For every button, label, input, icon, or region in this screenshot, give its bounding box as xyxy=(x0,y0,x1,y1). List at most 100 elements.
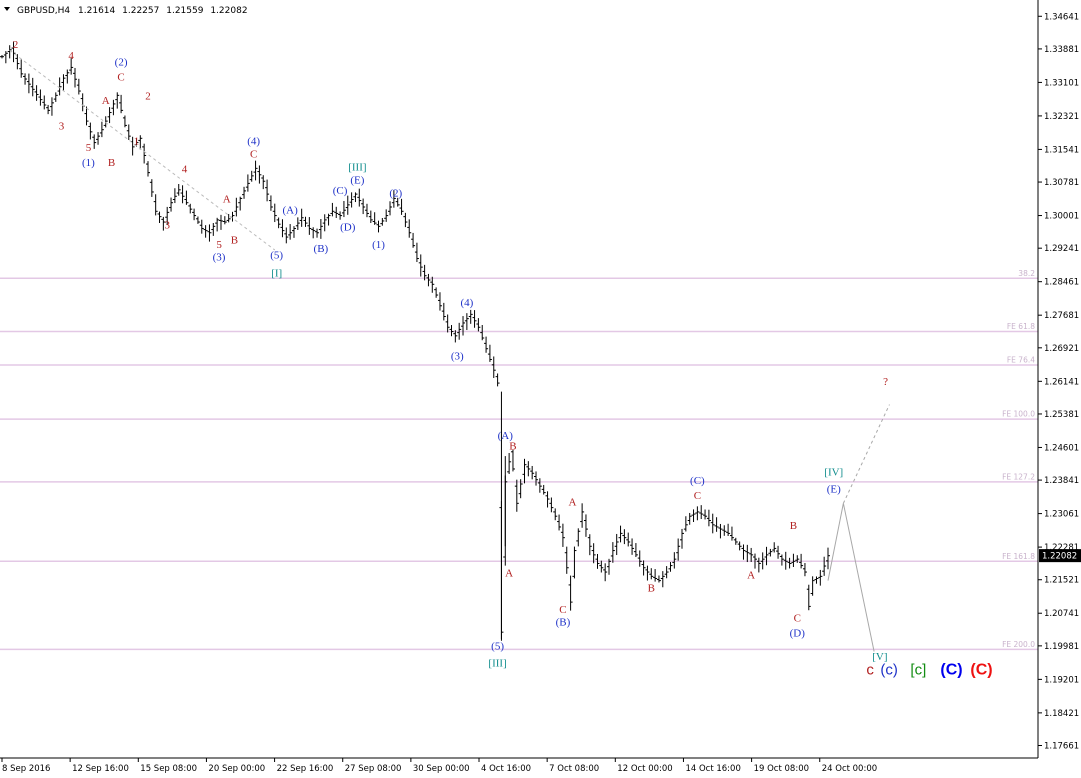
x-tick-label: 20 Sep 00:00 xyxy=(208,764,265,774)
x-tick-label: 12 Oct 00:00 xyxy=(617,764,672,774)
y-tick-label: 1.25381 xyxy=(1044,410,1079,420)
x-tick-label: 24 Oct 00:00 xyxy=(822,764,877,774)
wave-label: (1) xyxy=(82,157,95,169)
wave-label: B xyxy=(231,235,238,247)
wave-label: 2 xyxy=(13,39,19,51)
wave-label: B xyxy=(648,582,655,594)
wave-label: 5 xyxy=(86,142,92,154)
wave-label: 4 xyxy=(182,164,188,176)
wave-label: 5 xyxy=(216,239,222,251)
y-tick-label: 1.21521 xyxy=(1044,576,1079,586)
fib-level-label: FE 76.4 xyxy=(1007,356,1035,365)
x-tick-label: 19 Oct 08:00 xyxy=(754,764,809,774)
ohlc-low: 1.21559 xyxy=(166,6,203,16)
x-tick-label: 7 Oct 08:00 xyxy=(549,764,599,774)
wave-label: 2 xyxy=(145,91,151,103)
wave-label: (1) xyxy=(372,239,385,251)
fib-level-label: FE 127.2 xyxy=(1002,472,1035,481)
wave-label: (3) xyxy=(451,350,464,362)
wave-label: (5) xyxy=(491,640,504,652)
ohlc-close: 1.22082 xyxy=(210,6,247,16)
y-tick-label: 1.26921 xyxy=(1044,344,1079,354)
x-tick-label: 4 Oct 16:00 xyxy=(481,764,531,774)
y-tick-label: 1.17661 xyxy=(1044,742,1079,752)
wave-label: (4) xyxy=(247,136,260,148)
wave-label: (2) xyxy=(389,187,402,199)
ohlc-high: 1.22257 xyxy=(122,6,159,16)
wave-label: C xyxy=(559,604,566,616)
y-tick-label: 1.20741 xyxy=(1044,609,1079,619)
x-tick-label: 14 Oct 16:00 xyxy=(685,764,740,774)
wave-label: A xyxy=(569,496,577,508)
wave-label: [I] xyxy=(271,268,282,280)
svg-text:GBPUSD,H4 1.21614: GBPUSD,H4 1.21614 1.22257 1.21559 1.2208… xyxy=(17,6,248,16)
degree-legend-label: (C) xyxy=(940,661,962,678)
wave-label: (C) xyxy=(690,475,705,487)
y-tick-label: 1.34641 xyxy=(1044,12,1079,22)
wave-label: A xyxy=(102,95,110,107)
y-tick-label: 1.29241 xyxy=(1044,244,1079,254)
y-tick-label: 1.33101 xyxy=(1044,78,1079,88)
wave-label: 4 xyxy=(68,50,74,62)
y-tick-label: 1.19201 xyxy=(1044,675,1079,685)
y-tick-label: 1.30001 xyxy=(1044,212,1079,222)
x-tick-label: 30 Sep 00:00 xyxy=(413,764,470,774)
wave-label: B xyxy=(790,520,797,532)
wave-label: A xyxy=(747,569,755,581)
x-tick-label: 12 Sep 16:00 xyxy=(72,764,129,774)
degree-legend-label: (C) xyxy=(970,661,992,678)
y-tick-label: 1.28461 xyxy=(1044,278,1079,288)
y-tick-label: 1.27681 xyxy=(1044,311,1079,321)
wave-label: B xyxy=(108,157,115,169)
wave-label: (4) xyxy=(460,297,473,309)
ohlc-open: 1.21614 xyxy=(78,6,115,16)
y-tick-label: 1.26141 xyxy=(1044,377,1079,387)
wave-label: 3 xyxy=(59,121,65,133)
svg-text:1.22082: 1.22082 xyxy=(1042,552,1077,562)
wave-label: C xyxy=(117,71,124,83)
y-tick-label: 1.19981 xyxy=(1044,642,1079,652)
x-tick-label: 27 Sep 08:00 xyxy=(345,764,402,774)
degree-legend-label: (c) xyxy=(880,661,898,678)
wave-label: A xyxy=(223,194,231,206)
fib-level-label: FE 61.8 xyxy=(1007,322,1035,331)
y-tick-label: 1.24601 xyxy=(1044,443,1079,453)
wave-label: C xyxy=(250,149,257,161)
fib-level-label: FE 161.8 xyxy=(1002,552,1035,561)
wave-label: C xyxy=(794,612,801,624)
degree-legend-label: c xyxy=(866,661,874,678)
wave-label: B xyxy=(509,441,516,453)
y-tick-label: 1.33881 xyxy=(1044,45,1079,55)
wave-label: [III] xyxy=(488,658,506,670)
y-tick-label: 1.32321 xyxy=(1044,112,1079,122)
wave-label: (C) xyxy=(333,185,348,197)
current-price-marker: 1.22082 xyxy=(1039,549,1081,563)
chart-header: GBPUSD,H4 1.21614 1.22257 1.21559 1.2208… xyxy=(4,6,248,16)
wave-label: (D) xyxy=(340,222,356,234)
price-chart: 38.2 FE 61.8 FE 76.4 FE 100.0 FE 127.2 FE 161… xyxy=(0,0,1081,774)
wave-label: [III] xyxy=(348,161,366,173)
fib-level-label: 38.2 xyxy=(1018,269,1035,278)
wave-label: A xyxy=(505,567,513,579)
wave-label: (5) xyxy=(270,250,283,262)
wave-label: (3) xyxy=(213,252,226,264)
wave-label: (A) xyxy=(282,204,298,216)
wave-label: 3 xyxy=(164,219,170,231)
wave-label: [IV] xyxy=(824,466,843,478)
wave-label: (2) xyxy=(115,56,128,68)
x-tick-label: 22 Sep 16:00 xyxy=(277,764,334,774)
wave-label: (E) xyxy=(350,174,364,186)
wave-label: (D) xyxy=(790,627,806,639)
y-tick-label: 1.18421 xyxy=(1044,709,1079,719)
wave-label: (B) xyxy=(314,243,329,255)
wave-label: ? xyxy=(883,376,888,388)
wave-label: C xyxy=(694,490,701,502)
y-tick-label: 1.30781 xyxy=(1044,178,1079,188)
y-tick-label: 1.31541 xyxy=(1044,145,1079,155)
y-tick-label: 1.23841 xyxy=(1044,476,1079,486)
wave-label: (B) xyxy=(556,617,571,629)
x-tick-label: 8 Sep 2016 xyxy=(2,764,50,774)
wave-label: 1 xyxy=(134,136,140,148)
degree-legend-label: [c] xyxy=(910,661,926,678)
y-tick-label: 1.23061 xyxy=(1044,510,1079,520)
